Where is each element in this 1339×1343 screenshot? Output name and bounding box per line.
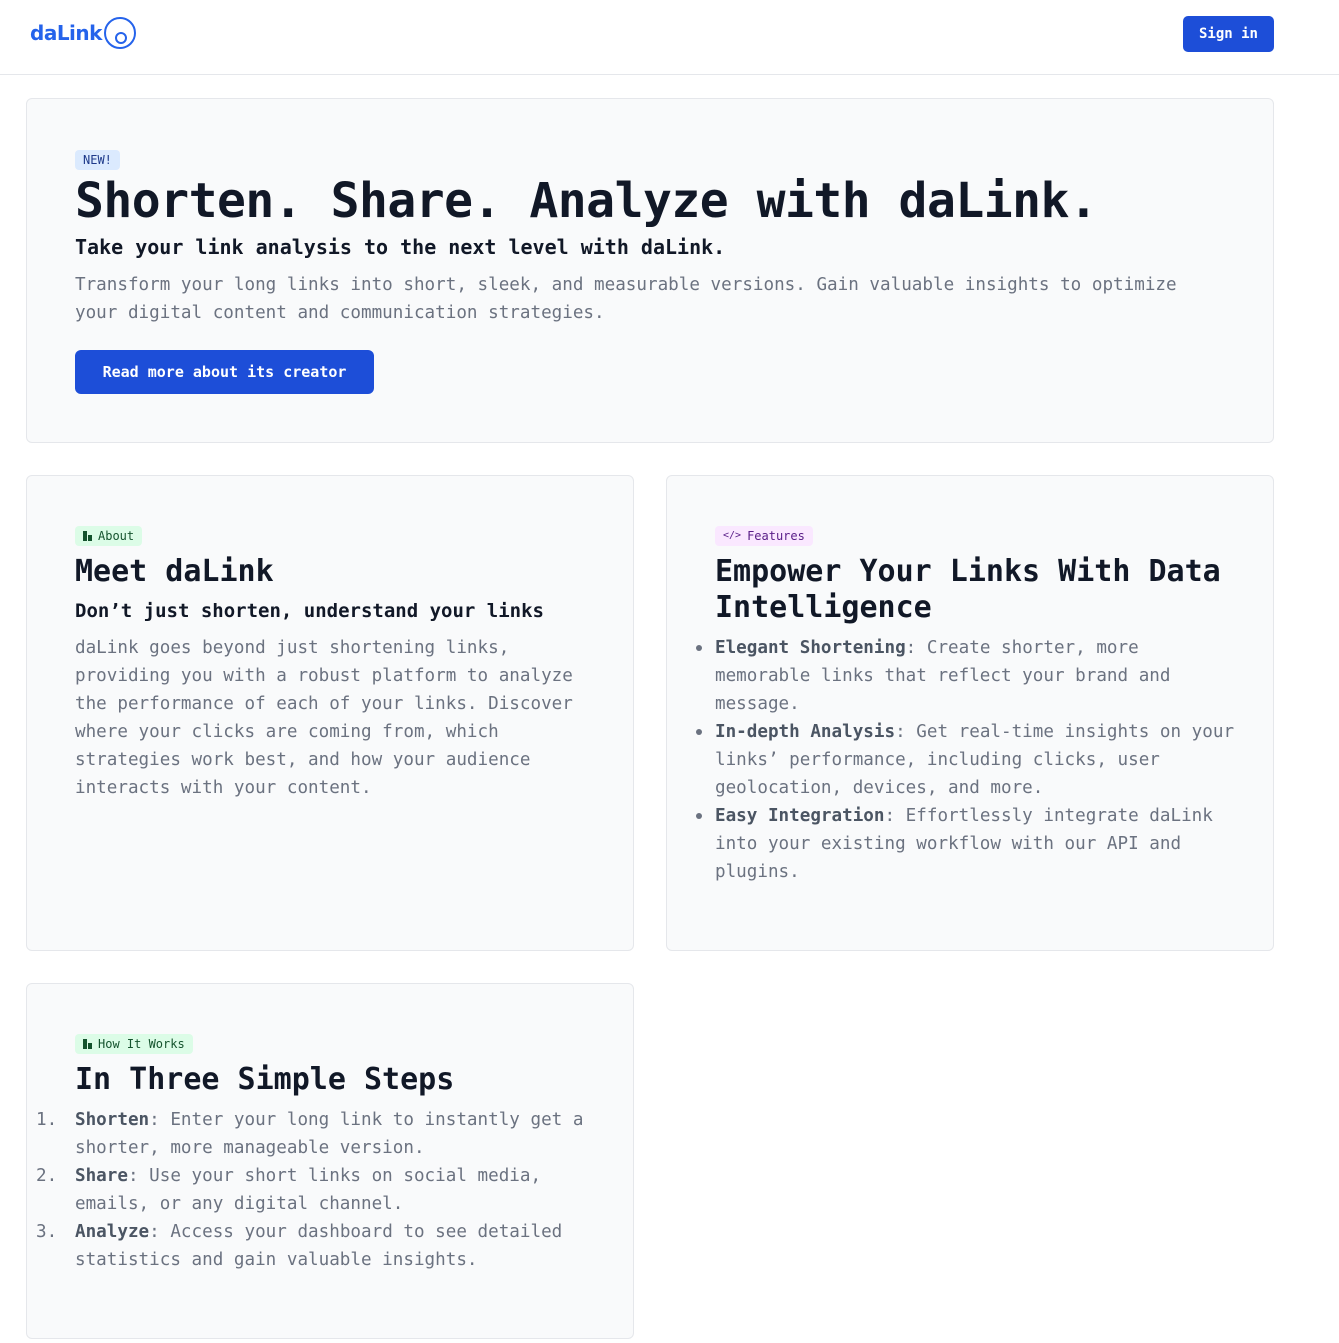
- how-it-works-card: How It Works In Three Simple Steps 1. Sho…: [26, 983, 634, 1339]
- feature-item: Easy Integration: Effortlessly integrate…: [696, 802, 1235, 886]
- top-navbar: daLink Sign in: [0, 0, 1339, 75]
- about-body: daLink goes beyond just shortening links…: [75, 638, 573, 798]
- how-it-works-badge: How It Works: [75, 1034, 193, 1054]
- logo-text: daLink: [30, 21, 102, 45]
- step-text: : Access your dashboard to see detailed …: [75, 1222, 563, 1270]
- step-item: 3. Analyze: Access your dashboard to see …: [36, 1218, 595, 1274]
- feature-label: Elegant Shortening: [715, 638, 906, 658]
- features-card: </> Features Empower Your Links With Dat…: [666, 475, 1274, 951]
- features-badge: </> Features: [715, 526, 813, 546]
- logo-link[interactable]: daLink: [30, 16, 136, 50]
- layout-icon: [83, 1039, 92, 1049]
- features-list: Elegant Shortening: Create shorter, more…: [696, 634, 1235, 886]
- layout-icon: [83, 531, 92, 541]
- feature-label: Easy Integration: [715, 806, 885, 826]
- new-badge: NEW!: [75, 150, 120, 170]
- about-badge: About: [75, 526, 143, 546]
- step-label: Share: [75, 1166, 128, 1186]
- step-item: 1. Shorten: Enter your long link to insta…: [36, 1106, 595, 1162]
- step-number: 1.: [36, 1110, 58, 1130]
- features-title: Empower Your Links With Data Intelligenc…: [715, 554, 1221, 625]
- feature-item: Elegant Shortening: Create shorter, more…: [696, 634, 1235, 718]
- feature-label: In-depth Analysis: [715, 722, 896, 742]
- features-badge-label: Features: [747, 529, 805, 543]
- read-more-creator-button[interactable]: Read more about its creator: [75, 350, 374, 394]
- code-icon: </>: [723, 530, 742, 541]
- step-number: 2.: [36, 1166, 58, 1186]
- feature-item: In-depth Analysis: Get real-time insight…: [696, 718, 1235, 802]
- how-title: In Three Simple Steps: [75, 1062, 455, 1097]
- hero-card: NEW! Shorten. Share. Analyze with daLink…: [26, 98, 1274, 443]
- about-card: About Meet daLink Don’t just shorten, un…: [26, 475, 634, 951]
- step-text: : Enter your long link to instantly get …: [75, 1110, 584, 1158]
- sign-in-button[interactable]: Sign in: [1183, 16, 1274, 52]
- hero-description: Transform your long links into short, sl…: [75, 275, 1177, 323]
- hero-subtitle: Take your link analysis to the next leve…: [75, 235, 726, 259]
- about-subtitle: Don’t just shorten, understand your link…: [75, 600, 544, 622]
- step-label: Shorten: [75, 1110, 150, 1130]
- logo-ring-icon: [103, 17, 136, 49]
- step-item: 2. Share: Use your short links on social …: [36, 1162, 595, 1218]
- about-title: Meet daLink: [75, 554, 274, 589]
- hero-title: Shorten. Share. Analyze with daLink.: [75, 173, 1098, 229]
- step-number: 3.: [36, 1222, 58, 1242]
- about-badge-label: About: [98, 529, 135, 543]
- how-badge-label: How It Works: [98, 1037, 185, 1051]
- step-text: : Use your short links on social media, …: [75, 1166, 542, 1214]
- steps-list: 1. Shorten: Enter your long link to insta…: [36, 1106, 595, 1274]
- step-label: Analyze: [75, 1222, 150, 1242]
